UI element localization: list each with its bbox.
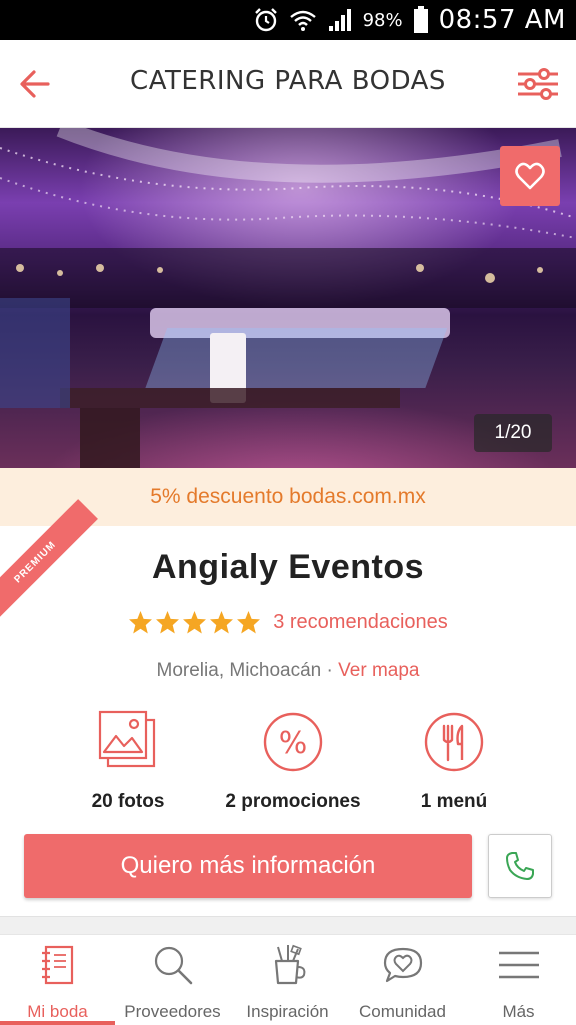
nav-inspiracion[interactable]: Inspiración xyxy=(230,935,345,1025)
chat-heart-icon xyxy=(383,947,422,983)
battery-percent: 98% xyxy=(362,9,403,31)
signal-icon xyxy=(328,9,351,31)
photos-icon xyxy=(98,710,156,768)
location-text: Morelia, Michoacán xyxy=(156,660,322,681)
star-icon xyxy=(129,610,153,633)
nav-proveedores[interactable]: Proveedores xyxy=(115,935,230,1025)
map-link[interactable]: Ver mapa xyxy=(338,660,419,681)
feature-photos-label: 20 fotos xyxy=(91,791,165,812)
nav-inspiracion-label: Inspiración xyxy=(246,1002,329,1021)
call-button[interactable] xyxy=(488,834,552,898)
nav-mi-boda-label: Mi boda xyxy=(27,1002,88,1021)
gallery-image[interactable]: 1/20 xyxy=(0,128,576,468)
bottom-navigation: Mi boda Proveedores Inspiración Comunida… xyxy=(0,934,576,1025)
gallery-counter: 1/20 xyxy=(474,414,552,452)
nav-mi-boda[interactable]: Mi boda xyxy=(0,935,115,1025)
vendor-name: Angialy Eventos xyxy=(151,548,424,586)
location-row: Morelia, Michoacán · Ver mapa xyxy=(0,660,576,682)
percent-icon: % xyxy=(263,712,323,772)
request-info-button[interactable]: Quiero más información xyxy=(24,834,472,898)
nav-mas-label: Más xyxy=(502,1002,535,1021)
star-rating xyxy=(128,610,261,635)
alarm-icon xyxy=(254,8,277,32)
notebook-icon xyxy=(41,945,73,985)
rating-row[interactable]: 3 recomendaciones xyxy=(0,606,576,638)
nav-comunidad[interactable]: Comunidad xyxy=(345,935,460,1025)
star-icon xyxy=(183,610,207,633)
location-separator: · xyxy=(321,660,339,681)
feature-menu-label: 1 menú xyxy=(420,791,488,812)
status-bar: 98% 08:57 AM xyxy=(0,0,576,40)
app-bar: CATERING PARA BODAS xyxy=(0,40,576,128)
battery-icon xyxy=(413,6,428,33)
star-icon xyxy=(237,610,261,633)
hamburger-menu-icon xyxy=(498,951,539,979)
wifi-icon xyxy=(289,10,316,31)
svg-text:%: % xyxy=(279,726,308,761)
star-icon xyxy=(210,610,234,633)
clock: 08:57 AM xyxy=(438,5,566,35)
reviews-link[interactable]: 3 recomendaciones xyxy=(273,611,448,634)
feature-promotions[interactable]: % 2 promociones xyxy=(213,710,373,813)
phone-icon xyxy=(506,852,534,880)
nav-proveedores-label: Proveedores xyxy=(124,1002,221,1021)
vendor-features: 20 fotos % 2 promociones 1 menú xyxy=(0,710,576,813)
star-icon xyxy=(156,610,180,633)
search-icon xyxy=(154,946,192,985)
feature-menu[interactable]: 1 menú xyxy=(374,710,534,813)
nav-comunidad-label: Comunidad xyxy=(359,1002,446,1021)
feature-promotions-label: 2 promociones xyxy=(225,791,361,812)
heart-icon xyxy=(515,162,545,190)
menu-cutlery-icon xyxy=(424,712,484,772)
inspiration-icon xyxy=(274,944,305,985)
active-tab-indicator xyxy=(0,1021,115,1025)
favorite-button[interactable] xyxy=(500,146,560,206)
page-title: CATERING PARA BODAS xyxy=(130,66,446,96)
section-divider xyxy=(0,916,576,934)
filter-sliders-icon[interactable] xyxy=(516,66,560,102)
feature-photos[interactable]: 20 fotos xyxy=(48,710,208,813)
nav-mas[interactable]: Más xyxy=(461,935,576,1025)
